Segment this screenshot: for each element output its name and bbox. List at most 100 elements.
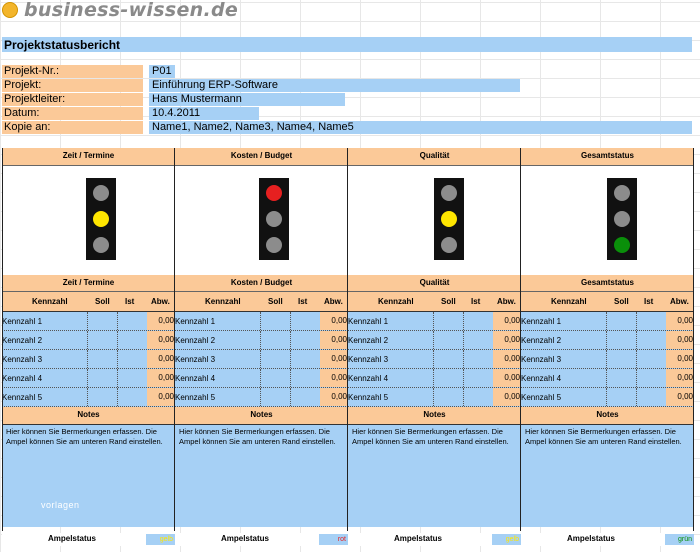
kpi-abw[interactable]: 0,00 [666, 350, 694, 368]
panel-quality: Qualität Qualität Kennzahl Soll Ist Abw.… [348, 148, 521, 548]
info-value[interactable]: Name1, Name2, Name3, Name4, Name5 [149, 121, 692, 134]
kpi-abw[interactable]: 0,00 [320, 312, 348, 330]
kpi-row[interactable]: Kennzahl 4 0,00 [348, 369, 521, 388]
kpi-row[interactable]: Kennzahl 3 0,00 [521, 350, 694, 369]
ampel-value[interactable]: rot [319, 534, 348, 545]
info-value[interactable]: P01 [149, 65, 175, 78]
kpi-row[interactable]: Kennzahl 2 0,00 [2, 331, 175, 350]
col-kennzahl: Kennzahl [378, 297, 414, 306]
traffic-light-area [175, 166, 348, 275]
col-ist: Ist [125, 297, 135, 306]
kpi-row[interactable]: Kennzahl 5 0,00 [2, 388, 175, 407]
info-row-project[interactable]: Projekt: Einführung ERP-Software [2, 79, 692, 92]
info-value[interactable]: Einführung ERP-Software [149, 79, 520, 92]
col-abw: Abw. [497, 297, 516, 306]
kpi-abw[interactable]: 0,00 [320, 331, 348, 349]
col-soll: Soll [614, 297, 629, 306]
traffic-light-icon [86, 178, 116, 260]
kpi-abw[interactable]: 0,00 [320, 388, 348, 406]
kpi-name: Kennzahl 4 [348, 374, 389, 383]
kpi-row[interactable]: Kennzahl 4 0,00 [175, 369, 348, 388]
info-row-project-number[interactable]: Projekt-Nr.: P01 [2, 65, 692, 78]
kpi-row[interactable]: Kennzahl 1 0,00 [175, 312, 348, 331]
col-abw: Abw. [670, 297, 689, 306]
notes-text[interactable]: Hier können Sie Bermerkungen erfassen. D… [348, 425, 521, 527]
panel-time: Zeit / Termine Zeit / Termine Kennzahl S… [2, 148, 175, 548]
kpi-row[interactable]: Kennzahl 1 0,00 [2, 312, 175, 331]
panel-subtitle: Kosten / Budget [175, 275, 348, 292]
kpi-name: Kennzahl 4 [2, 374, 43, 383]
kpi-abw[interactable]: 0,00 [147, 331, 175, 349]
lamp-green [614, 237, 630, 253]
ampel-value[interactable]: gelb [492, 534, 521, 545]
col-abw: Abw. [151, 297, 170, 306]
kpi-abw[interactable]: 0,00 [666, 312, 694, 330]
lamp-green [266, 237, 282, 253]
kpi-row[interactable]: Kennzahl 1 0,00 [521, 312, 694, 331]
ampel-value[interactable]: grün [665, 534, 694, 545]
kpi-row[interactable]: Kennzahl 5 0,00 [175, 388, 348, 407]
notes-header: Notes [175, 407, 348, 425]
notes-header: Notes [348, 407, 521, 425]
lamp-red [614, 185, 630, 201]
kpi-abw[interactable]: 0,00 [493, 369, 521, 387]
kpi-name: Kennzahl 3 [175, 355, 216, 364]
traffic-light-icon [434, 178, 464, 260]
ampel-label: Ampelstatus [393, 534, 442, 543]
notes-header: Notes [2, 407, 175, 425]
notes-text[interactable]: Hier können Sie Bermerkungen erfassen. D… [2, 425, 175, 527]
col-soll: Soll [95, 297, 110, 306]
ampel-status-row: Ampelstatus gelb [348, 533, 521, 546]
kpi-row[interactable]: Kennzahl 4 0,00 [2, 369, 175, 388]
kpi-abw[interactable]: 0,00 [666, 369, 694, 387]
kpi-name: Kennzahl 5 [2, 393, 43, 402]
kpi-row[interactable]: Kennzahl 1 0,00 [348, 312, 521, 331]
kpi-abw[interactable]: 0,00 [147, 350, 175, 368]
report-title-bar[interactable]: Projektstatusbericht [2, 37, 692, 52]
ampel-value[interactable]: gelb [146, 534, 175, 545]
kpi-row[interactable]: Kennzahl 2 0,00 [348, 331, 521, 350]
kpi-row[interactable]: Kennzahl 3 0,00 [2, 350, 175, 369]
kpi-abw[interactable]: 0,00 [666, 388, 694, 406]
kpi-row[interactable]: Kennzahl 3 0,00 [348, 350, 521, 369]
kpi-abw[interactable]: 0,00 [320, 369, 348, 387]
kpi-abw[interactable]: 0,00 [493, 312, 521, 330]
kpi-row[interactable]: Kennzahl 2 0,00 [521, 331, 694, 350]
kpi-row[interactable]: Kennzahl 5 0,00 [521, 388, 694, 407]
kpi-header: Kennzahl Soll Ist Abw. [521, 292, 694, 312]
col-abw: Abw. [324, 297, 343, 306]
kpi-abw[interactable]: 0,00 [147, 312, 175, 330]
kpi-abw[interactable]: 0,00 [493, 331, 521, 349]
info-value[interactable]: Hans Mustermann [149, 93, 345, 106]
kpi-row[interactable]: Kennzahl 5 0,00 [348, 388, 521, 407]
kpi-abw[interactable]: 0,00 [493, 388, 521, 406]
kpi-name: Kennzahl 1 [2, 317, 43, 326]
kpi-name: Kennzahl 2 [175, 336, 216, 345]
kpi-abw[interactable]: 0,00 [147, 369, 175, 387]
logo: business-wissen.de [2, 0, 238, 21]
notes-text[interactable]: Hier können Sie Bermerkungen erfassen. D… [521, 425, 694, 527]
info-label: Projektleiter: [2, 93, 143, 106]
kpi-name: Kennzahl 3 [521, 355, 562, 364]
info-label: Kopie an: [2, 121, 143, 134]
info-row-date[interactable]: Datum: 10.4.2011 [2, 107, 692, 120]
panel-title: Kosten / Budget [175, 148, 348, 166]
info-row-project-manager[interactable]: Projektleiter: Hans Mustermann [2, 93, 692, 106]
traffic-light-icon [607, 178, 637, 260]
notes-text[interactable]: Hier können Sie Bermerkungen erfassen. D… [175, 425, 348, 527]
kpi-abw[interactable]: 0,00 [320, 350, 348, 368]
info-value[interactable]: 10.4.2011 [149, 107, 259, 120]
kpi-name: Kennzahl 1 [521, 317, 562, 326]
kpi-row[interactable]: Kennzahl 4 0,00 [521, 369, 694, 388]
notes-header: Notes [521, 407, 694, 425]
kpi-abw[interactable]: 0,00 [666, 331, 694, 349]
lamp-red [93, 185, 109, 201]
kpi-abw[interactable]: 0,00 [147, 388, 175, 406]
logo-sun-icon [2, 2, 18, 18]
lamp-yellow [441, 211, 457, 227]
lamp-red [441, 185, 457, 201]
kpi-row[interactable]: Kennzahl 3 0,00 [175, 350, 348, 369]
kpi-row[interactable]: Kennzahl 2 0,00 [175, 331, 348, 350]
info-row-copy-to[interactable]: Kopie an: Name1, Name2, Name3, Name4, Na… [2, 121, 692, 134]
kpi-abw[interactable]: 0,00 [493, 350, 521, 368]
